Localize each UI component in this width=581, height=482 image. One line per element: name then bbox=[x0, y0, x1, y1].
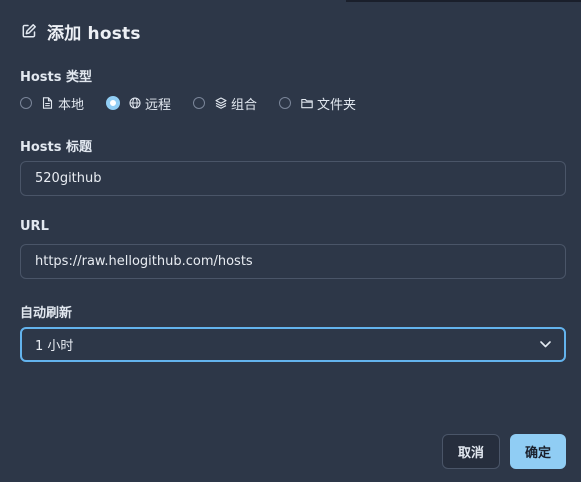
radio-label: 文件夹 bbox=[317, 97, 357, 113]
radio-label: 本地 bbox=[58, 97, 85, 113]
hosts-type-radio-group: 本地 远程 组合 文件夹 bbox=[20, 93, 378, 113]
radio-button[interactable] bbox=[279, 97, 292, 109]
radio-option-remote[interactable]: 远程 bbox=[106, 94, 171, 113]
radio-option-local[interactable]: 本地 bbox=[20, 94, 84, 113]
hosts-title-label: Hosts 标题 bbox=[20, 140, 93, 155]
cancel-button[interactable]: 取消 bbox=[442, 434, 500, 469]
hosts-type-label: Hosts 类型 bbox=[20, 70, 93, 85]
radio-option-group[interactable]: 组合 bbox=[193, 94, 257, 113]
layers-icon bbox=[214, 97, 227, 110]
window-edge bbox=[346, 0, 581, 2]
radio-button-checked[interactable] bbox=[106, 96, 121, 110]
radio-button[interactable] bbox=[20, 97, 32, 109]
radio-option-folder[interactable]: 文件夹 bbox=[279, 94, 356, 113]
globe-icon bbox=[128, 97, 141, 110]
auto-refresh-select[interactable]: 1 小时 bbox=[20, 327, 566, 362]
dialog-header: 添加 hosts bbox=[20, 18, 141, 44]
radio-label: 远程 bbox=[145, 97, 172, 113]
folder-icon bbox=[300, 97, 313, 110]
radio-button[interactable] bbox=[193, 97, 206, 109]
dialog-title: 添加 hosts bbox=[47, 23, 141, 44]
hosts-title-input[interactable]: 520github bbox=[20, 161, 566, 196]
select-value: 1 小时 bbox=[35, 339, 74, 354]
edit-icon bbox=[20, 22, 38, 40]
auto-refresh-label: 自动刷新 bbox=[20, 306, 73, 321]
url-label: URL bbox=[20, 219, 49, 234]
file-icon bbox=[41, 97, 54, 110]
radio-label: 组合 bbox=[231, 97, 258, 113]
add-hosts-dialog: 添加 hosts Hosts 类型 本地 远程 组合 文件夹 Hosts 标题 … bbox=[0, 0, 581, 482]
url-input[interactable]: https://raw.hellogithub.com/hosts bbox=[20, 244, 566, 279]
confirm-button[interactable]: 确定 bbox=[510, 434, 566, 469]
chevron-down-icon bbox=[540, 337, 551, 352]
